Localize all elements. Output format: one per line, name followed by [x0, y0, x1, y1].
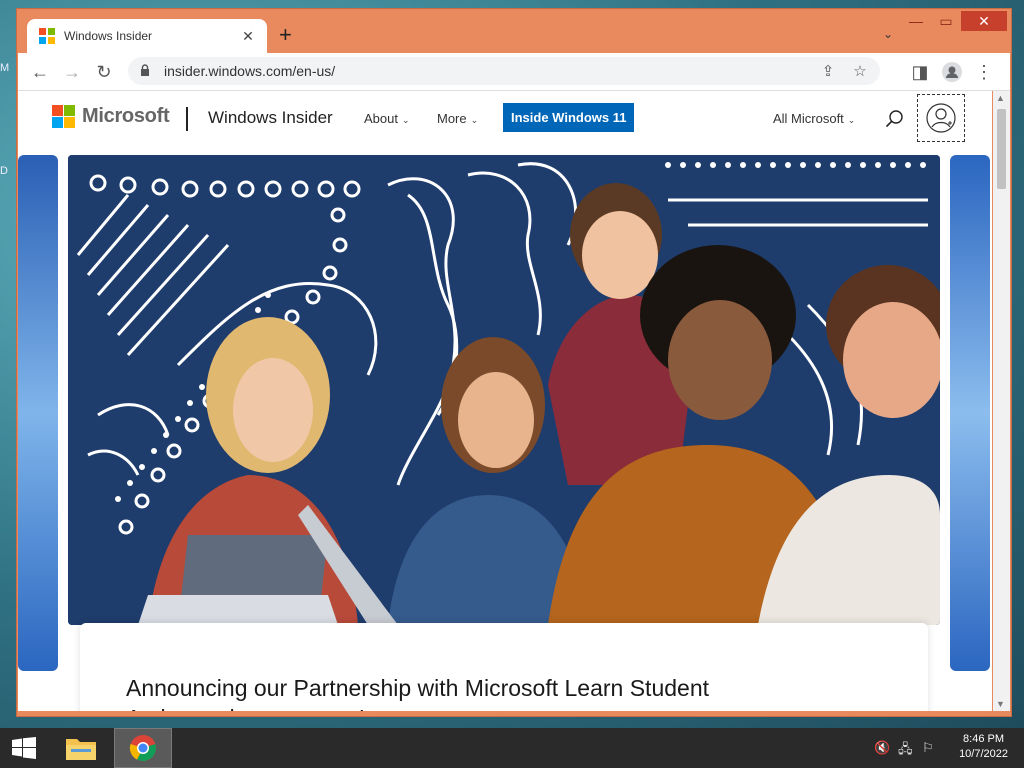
close-tab-icon[interactable]: ✕ [239, 28, 257, 45]
profile-avatar-icon[interactable] [940, 60, 964, 84]
featured-article-card[interactable]: Announcing our Partnership with Microsof… [80, 623, 928, 711]
side-panel-icon[interactable]: ◨ [908, 60, 932, 84]
address-bar[interactable]: insider.windows.com/en-us/ ⇪ ☆ [128, 57, 880, 85]
url-text[interactable]: insider.windows.com/en-us/ [164, 63, 816, 79]
close-window-button[interactable]: ✕ [961, 11, 1007, 31]
volume-muted-icon[interactable]: 🔇 [874, 740, 890, 756]
desktop-icon-label[interactable]: D [0, 165, 8, 177]
microsoft-logo-icon [52, 105, 75, 128]
all-microsoft-label: All Microsoft [773, 111, 844, 126]
window-controls: — ▭ ✕ [901, 11, 1007, 31]
chevron-down-icon: ⌄ [470, 115, 479, 125]
system-clock[interactable]: 8:46 PM 10/7/2022 [959, 732, 1008, 762]
desktop-icon-label[interactable]: M [0, 62, 9, 74]
chrome-icon[interactable] [114, 728, 172, 768]
reload-button[interactable]: ↻ [92, 60, 116, 84]
site-header: Microsoft Windows Insider About ⌄ More ⌄ I… [18, 91, 992, 147]
header-divider [186, 107, 188, 131]
tab-search-chevron-icon[interactable]: ⌄ [883, 27, 893, 41]
bookmark-star-icon[interactable]: ☆ [848, 62, 872, 80]
carousel-next-slide[interactable] [950, 155, 990, 671]
browser-menu-icon[interactable]: ⋮ [972, 60, 996, 84]
all-microsoft-menu[interactable]: All Microsoft ⌄ [773, 111, 855, 126]
maximize-button[interactable]: ▭ [931, 11, 961, 31]
nav-about[interactable]: About ⌄ [364, 111, 410, 126]
browser-window: — ▭ ✕ Windows Insider ✕ + ⌄ ← → ↻ inside… [16, 8, 1012, 717]
scroll-thumb[interactable] [997, 109, 1006, 189]
site-name-link[interactable]: Windows Insider [208, 108, 333, 128]
browser-tab[interactable]: Windows Insider ✕ [27, 19, 267, 53]
windows-favicon-icon [39, 28, 55, 44]
web-page: Microsoft Windows Insider About ⌄ More ⌄ I… [18, 91, 992, 711]
hero-image [68, 155, 940, 625]
network-icon[interactable]: 🖧 [898, 740, 913, 762]
browser-toolbar: ← → ↻ insider.windows.com/en-us/ ⇪ ☆ ◨ ⋮ [18, 53, 1010, 91]
page-scrollbar[interactable]: ▲ ▼ [993, 91, 1010, 711]
nav-about-label: About [364, 111, 398, 126]
minimize-button[interactable]: — [901, 11, 931, 31]
share-icon[interactable]: ⇪ [816, 62, 840, 80]
scroll-up-icon[interactable]: ▲ [996, 93, 1005, 103]
new-tab-button[interactable]: + [279, 24, 292, 46]
nav-more[interactable]: More ⌄ [437, 111, 478, 126]
forward-button[interactable]: → [60, 60, 84, 84]
chevron-down-icon: ⌄ [401, 115, 410, 125]
back-button[interactable]: ← [28, 60, 52, 84]
lock-icon[interactable] [140, 63, 158, 79]
user-icon [926, 103, 956, 133]
account-sign-in-button[interactable] [917, 94, 965, 142]
search-icon[interactable] [884, 108, 906, 130]
start-windows-icon[interactable] [12, 737, 36, 759]
taskbar: 🔇 🖧 ⚐ 8:46 PM 10/7/2022 [0, 728, 1024, 768]
inside-windows-11-button[interactable]: Inside Windows 11 [503, 103, 635, 132]
article-title[interactable]: Announcing our Partnership with Microsof… [126, 673, 806, 711]
nav-more-label: More [437, 111, 467, 126]
microsoft-wordmark: Microsoft [82, 105, 170, 127]
chevron-down-icon: ⌄ [847, 115, 856, 125]
microsoft-logo[interactable]: Microsoft [52, 105, 170, 128]
clock-date: 10/7/2022 [959, 748, 1008, 760]
tab-title: Windows Insider [64, 29, 153, 43]
clock-time: 8:46 PM [963, 733, 1005, 745]
scroll-down-icon[interactable]: ▼ [996, 699, 1005, 709]
file-explorer-icon[interactable] [52, 728, 110, 768]
carousel-prev-slide[interactable] [18, 155, 58, 671]
action-center-flag-icon[interactable]: ⚐ [922, 740, 934, 756]
